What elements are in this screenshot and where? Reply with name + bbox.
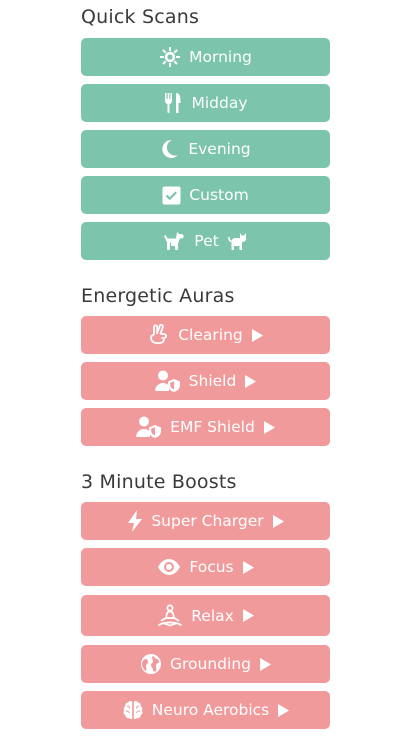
custom-label: Custom [189, 186, 249, 204]
globe-icon [140, 653, 162, 675]
evening-label: Evening [188, 140, 251, 158]
relax-label: Relax [191, 606, 234, 625]
midday-scan-button[interactable]: Midday [81, 84, 330, 122]
relax-button[interactable]: Relax [81, 595, 330, 636]
moon-icon [160, 138, 180, 160]
minute-boosts-heading: 3 Minute Boosts [81, 471, 237, 493]
peace-hand-icon [148, 323, 170, 347]
super-charger-label: Super Charger [151, 512, 264, 530]
sun-icon [159, 46, 181, 68]
utensils-icon [163, 92, 183, 114]
focus-label: Focus [189, 558, 234, 576]
play-icon [259, 657, 271, 671]
lightning-icon [127, 510, 143, 532]
play-icon [263, 420, 275, 434]
grounding-label: Grounding [170, 655, 251, 673]
cat-icon [227, 230, 249, 252]
play-icon [251, 328, 263, 342]
shield-button[interactable]: Shield [81, 362, 330, 400]
clearing-button[interactable]: Clearing [81, 316, 330, 354]
user-shield-icon [154, 370, 181, 392]
play-icon [278, 703, 290, 717]
neuro-aerobics-button[interactable]: Neuro Aerobics [81, 691, 330, 729]
clearing-label: Clearing [178, 326, 243, 344]
pet-label: Pet [194, 232, 219, 250]
eye-icon [157, 558, 181, 576]
user-shield-icon [136, 416, 162, 438]
brain-icon [122, 700, 144, 720]
shield-label: Shield [188, 372, 237, 390]
play-icon [272, 514, 284, 528]
emf-shield-button[interactable]: EMF Shield [81, 408, 330, 446]
grounding-button[interactable]: Grounding [81, 645, 330, 683]
super-charger-button[interactable]: Super Charger [81, 502, 330, 540]
emf-shield-label: EMF Shield [170, 418, 255, 436]
pet-scan-button[interactable]: Pet [81, 222, 330, 260]
midday-label: Midday [191, 94, 248, 112]
quick-scans-heading: Quick Scans [81, 6, 200, 28]
morning-scan-button[interactable]: Morning [81, 38, 330, 76]
energetic-auras-heading: Energetic Auras [81, 285, 235, 307]
play-icon [242, 560, 254, 574]
evening-scan-button[interactable]: Evening [81, 130, 330, 168]
play-icon [245, 374, 257, 388]
neuro-aerobics-label: Neuro Aerobics [151, 701, 270, 719]
custom-scan-button[interactable]: Custom [81, 176, 330, 214]
morning-label: Morning [189, 48, 252, 66]
meditation-icon [157, 604, 183, 628]
checkbox-icon [162, 186, 181, 205]
play-icon [242, 609, 254, 622]
focus-button[interactable]: Focus [81, 548, 330, 586]
dog-icon [162, 230, 186, 252]
